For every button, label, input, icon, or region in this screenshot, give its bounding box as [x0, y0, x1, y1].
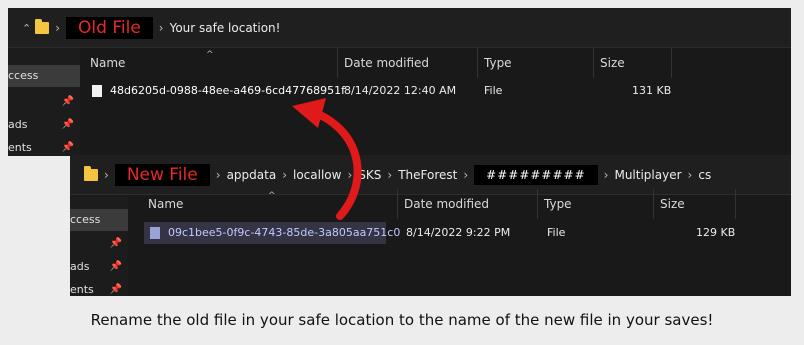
instruction-caption: Rename the old file in your safe locatio…: [90, 311, 714, 329]
red-curved-arrow-icon: [292, 98, 362, 220]
